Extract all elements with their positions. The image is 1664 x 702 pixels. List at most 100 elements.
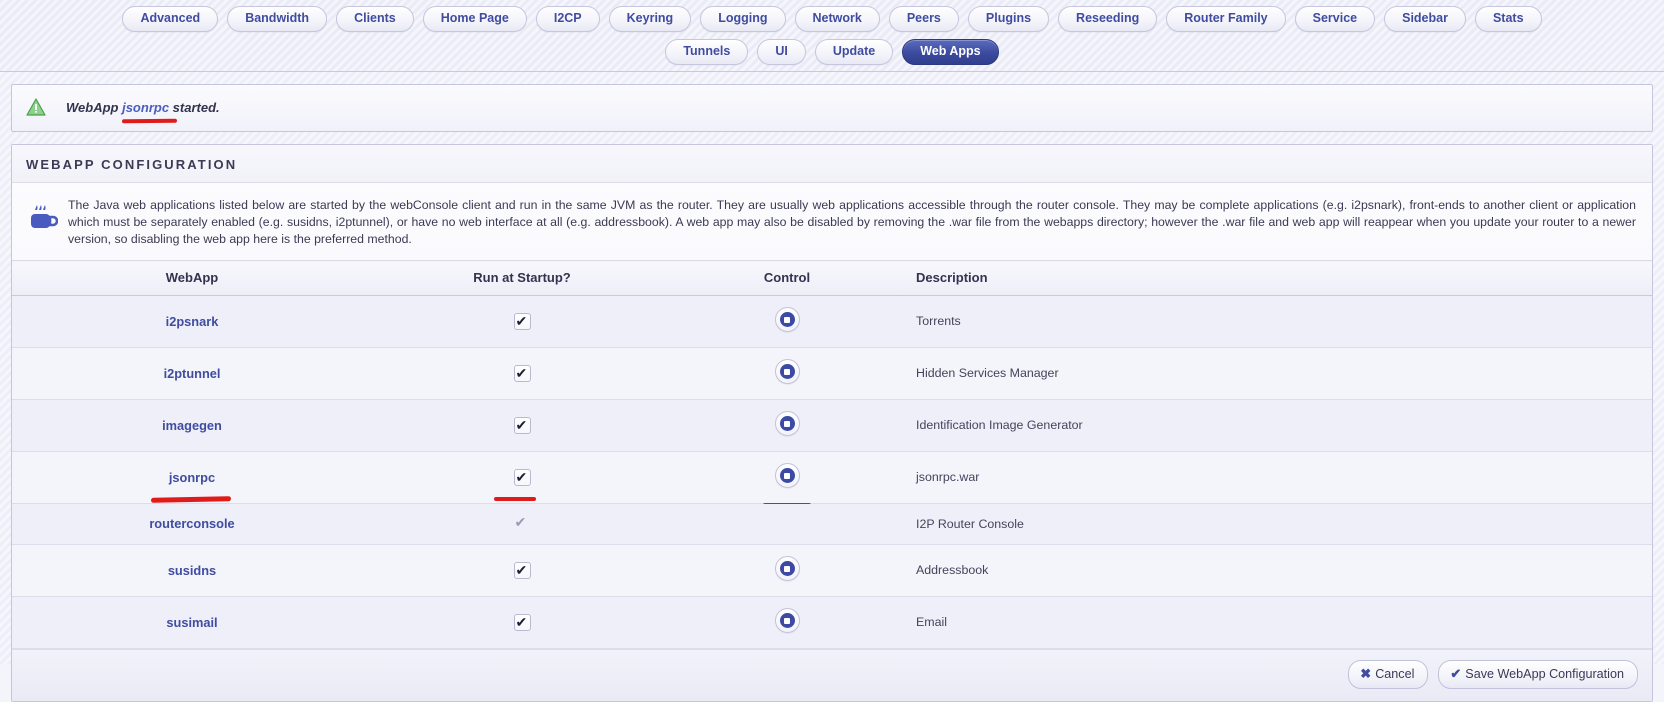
run-at-startup-checkbox-susimail[interactable] [513, 613, 531, 631]
run-at-startup-checkbox-i2psnark[interactable] [513, 312, 531, 330]
stop-webapp-button-jsonrpc[interactable] [774, 463, 800, 488]
cell-webapp-name: i2psnark [12, 295, 372, 348]
nav-tab-advanced[interactable]: Advanced [122, 6, 219, 32]
description-text: Identification Image Generator [916, 418, 1083, 432]
status-notification: WebApp jsonrpc started. [11, 84, 1653, 132]
annotation-underline-notice [121, 118, 178, 124]
config-navigation-bar: Advanced Bandwidth Clients Home Page I2CP Key… [0, 0, 1664, 72]
cell-control [672, 295, 902, 348]
webapp-link-susimail[interactable]: susimail [166, 615, 217, 630]
nav-tab-network[interactable]: Network [794, 6, 880, 32]
cell-run-at-startup [372, 347, 672, 400]
description-text: Hidden Services Manager [916, 366, 1059, 380]
nav-tab-home-page[interactable]: Home Page [422, 6, 527, 32]
table-body: i2psnark Torrents i2ptunnel Hidden Services… [12, 295, 1652, 649]
panel-description: The Java web applications listed below a… [68, 198, 1636, 246]
stop-webapp-button-imagegen[interactable] [774, 411, 800, 436]
cell-description: I2P Router Console [902, 503, 1652, 545]
header-run-at-startup: Run at Startup? [372, 260, 672, 296]
stop-icon [779, 312, 795, 327]
webapp-link-jsonrpc[interactable]: jsonrpc [169, 470, 215, 485]
nav-tab-service[interactable]: Service [1294, 6, 1376, 32]
cell-description: jsonrpc.war [902, 451, 1652, 504]
cell-run-at-startup [372, 399, 672, 452]
cell-control [672, 596, 902, 649]
nav-tab-ui[interactable]: UI [757, 39, 806, 65]
webapp-link-i2psnark[interactable]: i2psnark [166, 314, 219, 329]
header-webapp: WebApp [12, 260, 372, 296]
run-at-startup-checkbox-imagegen[interactable] [513, 416, 531, 434]
table-row: jsonrpc jsonrpc.war [12, 451, 1652, 507]
cell-description: Hidden Services Manager [902, 347, 1652, 400]
stop-icon [779, 416, 795, 431]
nav-tab-update[interactable]: Update [814, 39, 894, 65]
nav-tab-i2cp[interactable]: I2CP [535, 6, 600, 32]
stop-icon [779, 468, 795, 483]
cell-webapp-name: susidns [12, 544, 372, 597]
cell-run-at-startup [372, 451, 672, 504]
stop-icon [779, 613, 795, 628]
table-header-row: WebApp Run at Startup? Control Descripti… [12, 260, 1652, 296]
cell-description: Identification Image Generator [902, 399, 1652, 452]
nav-tab-logging[interactable]: Logging [700, 6, 786, 32]
nav-tab-sidebar[interactable]: Sidebar [1384, 6, 1466, 32]
panel-intro: The Java web applications listed below a… [12, 183, 1652, 260]
cell-control [672, 451, 902, 507]
annotation-underline-webapp [150, 496, 232, 503]
nav-row-secondary: Tunnels UI Update Web Apps [0, 39, 1664, 65]
cancel-button-label: Cancel [1375, 667, 1415, 681]
annotation-underline-checkbox [494, 497, 536, 501]
cross-icon: ✖ [1360, 666, 1372, 681]
nav-tab-web-apps[interactable]: Web Apps [902, 39, 999, 65]
cell-run-at-startup [372, 544, 672, 597]
cell-description: Email [902, 596, 1652, 649]
cell-control [672, 503, 902, 545]
cell-run-at-startup [372, 596, 672, 649]
nav-tab-stats[interactable]: Stats [1474, 6, 1542, 32]
webapp-link-susidns[interactable]: susidns [168, 563, 216, 578]
cell-webapp-name: jsonrpc [12, 451, 372, 504]
description-text: Torrents [916, 314, 961, 328]
webapp-link-i2ptunnel[interactable]: i2ptunnel [164, 366, 221, 381]
run-at-startup-checkbox-routerconsole [514, 513, 531, 532]
cell-description: Torrents [902, 295, 1652, 348]
nav-tab-bandwidth[interactable]: Bandwidth [227, 6, 328, 32]
webapp-link-imagegen[interactable]: imagegen [162, 418, 222, 433]
save-button-label: Save WebApp Configuration [1465, 667, 1624, 681]
run-at-startup-checkbox-susidns[interactable] [513, 561, 531, 579]
nav-tab-keyring[interactable]: Keyring [608, 6, 692, 32]
nav-tab-reseeding[interactable]: Reseeding [1058, 6, 1158, 32]
nav-tab-peers[interactable]: Peers [888, 6, 959, 32]
cell-webapp-name: i2ptunnel [12, 347, 372, 400]
nav-row-primary: Advanced Bandwidth Clients Home Page I2CP Key… [0, 6, 1664, 32]
nav-tab-router-family[interactable]: Router Family [1166, 6, 1286, 32]
nav-tab-plugins[interactable]: Plugins [967, 6, 1050, 32]
stop-webapp-button-susidns[interactable] [774, 556, 800, 581]
save-webapp-configuration-button[interactable]: ✔ Save WebApp Configuration [1438, 660, 1638, 689]
description-text: jsonrpc.war [916, 470, 980, 484]
run-at-startup-checkbox-jsonrpc[interactable] [513, 468, 531, 486]
run-at-startup-checkbox-i2ptunnel[interactable] [513, 364, 531, 382]
webapp-configuration-panel: WEBAPP CONFIGURATION The Java web applic… [11, 144, 1653, 702]
cell-run-at-startup [372, 295, 672, 348]
cell-webapp-name: routerconsole [12, 503, 372, 545]
check-icon: ✔ [1450, 666, 1462, 681]
cancel-button[interactable]: ✖ Cancel [1348, 660, 1429, 689]
description-text: I2P Router Console [916, 516, 1024, 531]
table-row: i2ptunnel Hidden Services Manager [12, 347, 1652, 400]
page-content: WebApp jsonrpc started. WEBAPP CONFIGURA… [0, 72, 1664, 702]
notification-app-link[interactable]: jsonrpc [122, 100, 169, 115]
stop-webapp-button-i2psnark[interactable] [774, 307, 800, 332]
notification-message: WebApp jsonrpc started. [66, 100, 220, 115]
webapps-table: WebApp Run at Startup? Control Descripti… [12, 260, 1652, 649]
stop-webapp-button-susimail[interactable] [774, 608, 800, 633]
nav-tab-clients[interactable]: Clients [336, 6, 414, 32]
stop-webapp-button-i2ptunnel[interactable] [774, 359, 800, 384]
table-row: susimail Email [12, 596, 1652, 649]
table-row: routerconsole I2P Router Console [12, 503, 1652, 545]
nav-tab-tunnels[interactable]: Tunnels [665, 39, 749, 65]
stop-icon [779, 364, 795, 379]
cell-webapp-name: susimail [12, 596, 372, 649]
table-row: susidns Addressbook [12, 544, 1652, 597]
cell-control [672, 544, 902, 597]
